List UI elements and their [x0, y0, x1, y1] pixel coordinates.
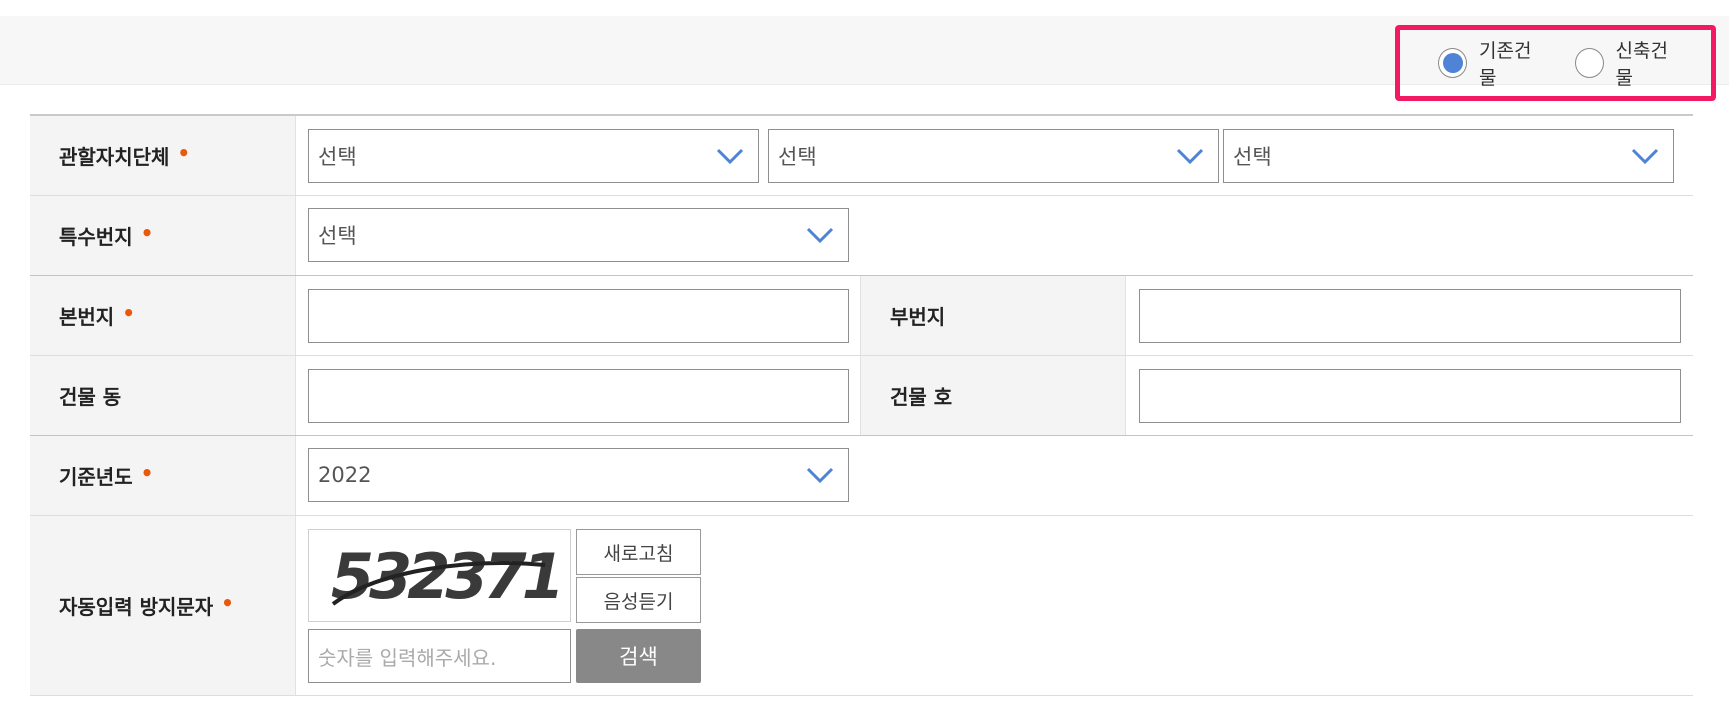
row-building-unit: 건물 동 건물 호 — [30, 356, 1693, 436]
chevron-down-icon — [1176, 148, 1204, 165]
sub-lot-input[interactable] — [1139, 289, 1681, 343]
building-type-radio-group: 기존건물 신축건물 — [1395, 25, 1716, 101]
special-lot-select[interactable]: 선택 — [308, 208, 849, 262]
radio-label-new: 신축건물 — [1615, 40, 1668, 89]
row-captcha: 자동입력 방지문자 • 532371 새로고침 음성듣기 숫자를 입력해주세요.… — [30, 516, 1693, 696]
captcha-input[interactable]: 숫자를 입력해주세요. — [308, 629, 571, 683]
chevron-down-icon — [806, 467, 834, 484]
base-year-select[interactable]: 2022 — [308, 448, 849, 502]
label-jurisdiction: 관할자치단체 • — [30, 116, 296, 195]
main-lot-input[interactable] — [308, 289, 849, 343]
input-placeholder: 숫자를 입력해주세요. — [318, 645, 497, 670]
label-text: 기준년도 — [59, 465, 133, 489]
select-value: 선택 — [1233, 145, 1272, 169]
captcha-refresh-button[interactable]: 새로고침 — [576, 529, 701, 575]
radio-circle-existing[interactable] — [1438, 48, 1468, 78]
captcha-code: 532371 — [331, 540, 560, 613]
radio-label-existing: 기존건물 — [1479, 40, 1532, 89]
button-label: 음성듣기 — [603, 590, 674, 613]
label-main-lot: 본번지 • — [30, 276, 296, 355]
row-base-year: 기준년도 • 2022 — [30, 436, 1693, 516]
search-form: 관할자치단체 • 선택 선택 선택 특수번지 • 선택 본번지 • 부번지 건물… — [30, 114, 1693, 696]
required-mark: • — [177, 140, 191, 165]
radio-existing-building[interactable]: 기존건물 — [1438, 36, 1547, 90]
chevron-down-icon — [1631, 148, 1659, 165]
jurisdiction-select-1[interactable]: 선택 — [308, 129, 759, 183]
radio-selected-dot — [1442, 53, 1463, 73]
building-dong-input[interactable] — [308, 369, 849, 423]
captcha-graphic: 532371 — [331, 540, 565, 613]
required-mark: • — [122, 300, 135, 325]
label-sub-lot: 부번지 — [860, 276, 1126, 355]
row-lot-numbers: 본번지 • 부번지 — [30, 276, 1693, 356]
label-building-ho: 건물 호 — [860, 356, 1126, 435]
select-value: 선택 — [318, 224, 357, 248]
chevron-down-icon — [806, 227, 834, 244]
label-text: 건물 동 — [59, 385, 122, 409]
radio-new-building[interactable]: 신축건물 — [1574, 36, 1684, 90]
required-mark: • — [140, 220, 154, 245]
search-button[interactable]: 검색 — [576, 629, 701, 683]
label-text: 부번지 — [890, 305, 946, 329]
label-captcha: 자동입력 방지문자 • — [30, 516, 296, 695]
captcha-audio-button[interactable]: 음성듣기 — [576, 577, 701, 623]
label-special-lot: 특수번지 • — [30, 196, 296, 275]
label-text: 관할자치단체 — [59, 145, 170, 169]
building-ho-input[interactable] — [1139, 369, 1681, 423]
radio-circle-new[interactable] — [1574, 48, 1604, 78]
label-base-year: 기준년도 • — [30, 436, 296, 515]
required-mark: • — [221, 590, 234, 615]
required-mark: • — [140, 460, 154, 485]
row-special-lot: 특수번지 • 선택 — [30, 196, 1693, 276]
select-value: 선택 — [778, 145, 817, 169]
top-bar: 기존건물 신축건물 — [0, 16, 1729, 101]
select-value: 2022 — [318, 463, 372, 487]
captcha-image: 532371 — [308, 529, 571, 622]
row-jurisdiction: 관할자치단체 • 선택 선택 선택 — [30, 116, 1693, 196]
select-value: 선택 — [318, 145, 357, 169]
button-label: 검색 — [619, 645, 658, 669]
label-text: 자동입력 방지문자 — [59, 595, 214, 619]
chevron-down-icon — [716, 148, 744, 165]
jurisdiction-select-3[interactable]: 선택 — [1223, 129, 1674, 183]
label-building-dong: 건물 동 — [30, 356, 296, 435]
label-text: 건물 호 — [890, 385, 953, 409]
button-label: 새로고침 — [603, 542, 674, 565]
label-text: 특수번지 — [59, 225, 133, 249]
label-text: 본번지 — [59, 305, 115, 329]
jurisdiction-select-2[interactable]: 선택 — [768, 129, 1219, 183]
